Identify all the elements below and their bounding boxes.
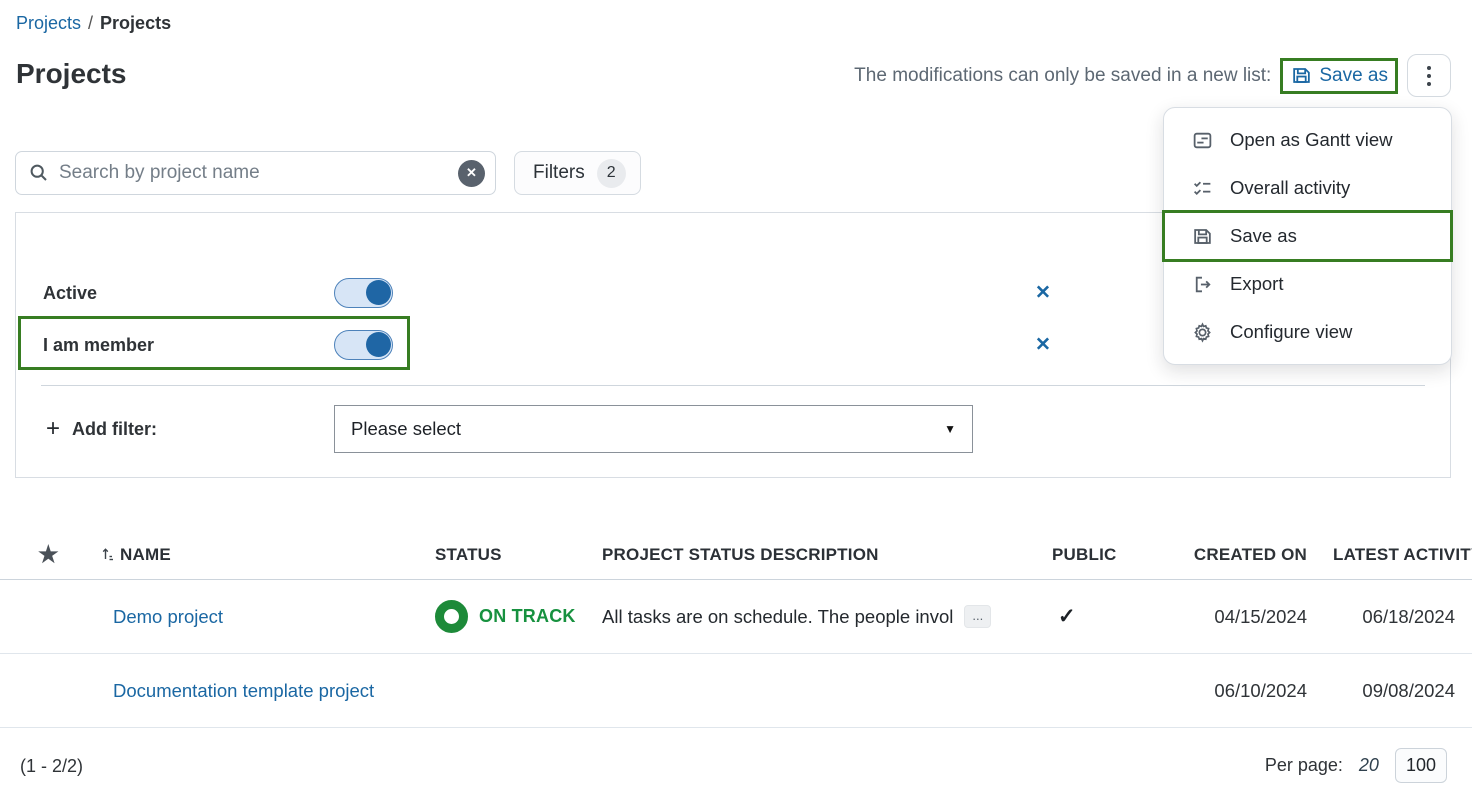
add-filter-label: Add filter: (72, 419, 157, 440)
public-check-icon: ✓ (1052, 605, 1076, 628)
sort-ascending-icon[interactable] (102, 547, 114, 562)
description-cell: All tasks are on schedule. The people in… (602, 605, 1052, 627)
save-icon (1290, 65, 1312, 87)
search-input[interactable] (59, 162, 458, 184)
plus-icon: + (46, 417, 60, 441)
table-header-row: ★ NAME STATUS PROJECT STATUS DESCRIPTION… (0, 530, 1472, 580)
menu-item-export[interactable]: Export (1164, 260, 1451, 308)
column-header-status[interactable]: STATUS (435, 545, 602, 565)
table-row: Documentation template project 06/10/202… (0, 654, 1472, 728)
add-filter-select[interactable]: Please select ▼ (334, 405, 973, 453)
header-actions: The modifications can only be saved in a… (854, 54, 1451, 97)
chevron-down-icon: ▼ (944, 422, 956, 436)
status-on-track-icon (435, 600, 468, 633)
save-icon (1191, 225, 1213, 247)
project-link[interactable]: Documentation template project (113, 680, 374, 702)
filters-count-badge: 2 (597, 159, 626, 188)
menu-item-label: Save as (1230, 225, 1297, 247)
remove-filter-icon[interactable]: ✕ (1035, 334, 1051, 357)
page-title: Projects (16, 58, 127, 90)
panel-divider (41, 385, 1425, 386)
menu-item-open-as-gantt[interactable]: Open as Gantt view (1164, 116, 1451, 164)
active-filter-toggle[interactable] (334, 278, 393, 308)
activity-checklist-icon (1191, 177, 1213, 199)
breadcrumb-separator: / (88, 13, 93, 33)
filter-label: Active (43, 283, 334, 304)
latest-activity-cell: 09/08/2024 (1307, 680, 1472, 702)
member-filter-toggle[interactable] (334, 330, 393, 360)
column-header-public[interactable]: PUBLIC (1052, 545, 1142, 565)
menu-item-label: Export (1230, 273, 1283, 295)
table-row: Demo project ON TRACK All tasks are on s… (0, 580, 1472, 654)
favorite-column-star-icon[interactable]: ★ (38, 541, 59, 567)
add-filter-button[interactable]: + Add filter: (46, 405, 157, 453)
export-icon (1191, 273, 1213, 295)
per-page-option-100[interactable]: 100 (1395, 748, 1447, 783)
status-badge: ON TRACK (479, 606, 576, 627)
latest-activity-cell: 06/18/2024 (1307, 606, 1472, 628)
per-page-current: 20 (1359, 755, 1379, 776)
created-on-cell: 04/15/2024 (1142, 606, 1307, 628)
status-cell: ON TRACK (435, 600, 602, 633)
gear-icon (1191, 321, 1213, 343)
breadcrumb: Projects / Projects (16, 13, 171, 34)
menu-item-save-as[interactable]: Save as (1164, 212, 1451, 260)
pagination-range: (1 - 2/2) (20, 756, 83, 777)
save-as-label: Save as (1319, 65, 1388, 87)
projects-table: ★ NAME STATUS PROJECT STATUS DESCRIPTION… (0, 530, 1472, 728)
project-link[interactable]: Demo project (113, 606, 223, 628)
gantt-view-icon (1191, 129, 1213, 151)
filter-label: I am member (43, 335, 334, 356)
add-filter-row: + Add filter: Please select ▼ (16, 405, 1450, 453)
column-header-description[interactable]: PROJECT STATUS DESCRIPTION (602, 545, 1052, 565)
filters-button[interactable]: Filters 2 (514, 151, 641, 195)
save-as-link[interactable]: Save as (1290, 65, 1388, 87)
search-box: ✕ (15, 151, 496, 195)
menu-item-label: Open as Gantt view (1230, 129, 1392, 151)
per-page-controls: Per page: 20 100 (1265, 748, 1447, 783)
search-icon (29, 163, 49, 183)
per-page-label: Per page: (1265, 755, 1343, 776)
created-on-cell: 06/10/2024 (1142, 680, 1307, 702)
kebab-icon (1427, 66, 1431, 86)
status-description-text: All tasks are on schedule. The people in… (602, 606, 953, 628)
expand-description-button[interactable]: ... (964, 605, 991, 627)
more-menu-dropdown: Open as Gantt view Overall activity Save… (1163, 107, 1452, 365)
save-hint-text: The modifications can only be saved in a… (854, 65, 1271, 87)
clear-search-icon[interactable]: ✕ (458, 160, 485, 187)
breadcrumb-current: Projects (100, 13, 171, 33)
breadcrumb-link-projects[interactable]: Projects (16, 13, 81, 33)
menu-item-configure-view[interactable]: Configure view (1164, 308, 1451, 356)
menu-item-label: Configure view (1230, 321, 1352, 343)
filters-label: Filters (533, 162, 585, 184)
more-menu-button[interactable] (1407, 54, 1451, 97)
column-header-latest-activity[interactable]: LATEST ACTIVITY (1307, 545, 1472, 565)
save-as-annotation-box: Save as (1280, 58, 1398, 94)
select-value: Please select (351, 418, 461, 440)
remove-filter-icon[interactable]: ✕ (1035, 282, 1051, 305)
column-header-name[interactable]: NAME (120, 545, 171, 565)
projects-page: Projects / Projects Projects The modificat… (0, 0, 1472, 799)
menu-item-label: Overall activity (1230, 177, 1350, 199)
menu-item-overall-activity[interactable]: Overall activity (1164, 164, 1451, 212)
column-header-created-on[interactable]: CREATED ON (1142, 545, 1307, 565)
